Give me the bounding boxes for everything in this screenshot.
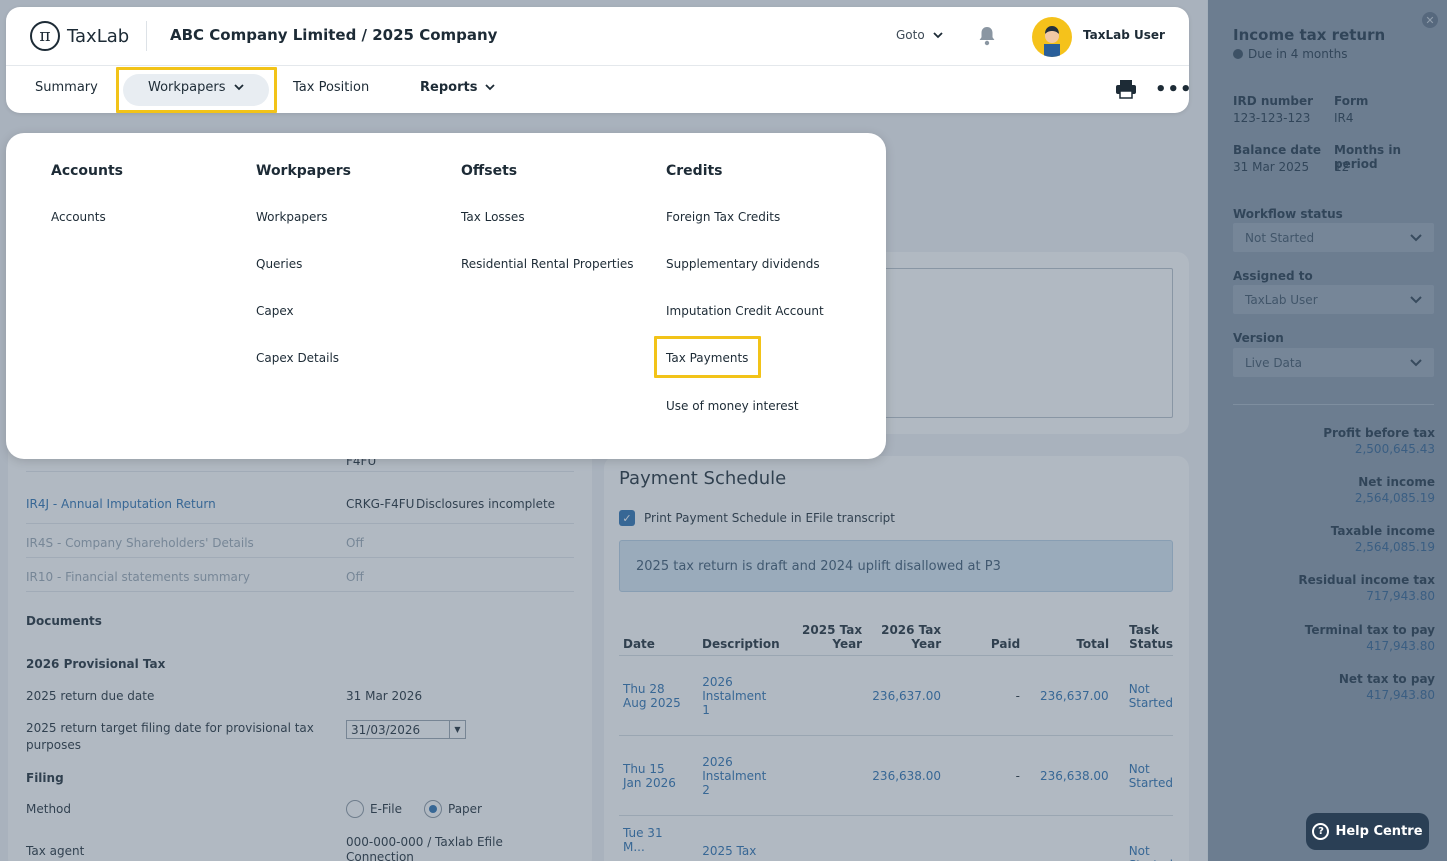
menu-column-accounts: Accounts Accounts bbox=[51, 163, 124, 224]
menu-item-residential-rental[interactable]: Residential Rental Properties bbox=[461, 257, 634, 271]
printer-icon[interactable] bbox=[1115, 79, 1137, 99]
user-avatar-icon bbox=[1044, 26, 1060, 57]
workpapers-tab-highlight bbox=[116, 67, 277, 113]
question-icon: ? bbox=[1312, 823, 1330, 840]
header-top-bar: π TaxLab ABC Company Limited / 2025 Comp… bbox=[6, 7, 1189, 66]
help-centre-button[interactable]: ? Help Centre bbox=[1306, 813, 1429, 850]
goto-dropdown[interactable]: Goto bbox=[896, 28, 943, 42]
chevron-down-icon bbox=[933, 31, 943, 38]
menu-item-imputation-credit-account[interactable]: Imputation Credit Account bbox=[666, 304, 824, 318]
company-title: ABC Company Limited / 2025 Company bbox=[170, 26, 498, 44]
menu-item-accounts[interactable]: Accounts bbox=[51, 210, 106, 224]
more-options-icon[interactable]: ••• bbox=[1155, 79, 1193, 100]
menu-item-tax-losses[interactable]: Tax Losses bbox=[461, 210, 525, 224]
menu-item-use-of-money-interest[interactable]: Use of money interest bbox=[666, 399, 799, 413]
tab-tax-position[interactable]: Tax Position bbox=[293, 80, 369, 95]
menu-item-capex-details[interactable]: Capex Details bbox=[256, 351, 339, 365]
menu-heading-offsets: Offsets bbox=[461, 163, 518, 179]
menu-item-foreign-tax-credits[interactable]: Foreign Tax Credits bbox=[666, 210, 780, 224]
tab-reports[interactable]: Reports bbox=[420, 80, 496, 95]
tab-summary[interactable]: Summary bbox=[35, 80, 98, 95]
avatar[interactable] bbox=[1032, 17, 1072, 57]
menu-item-capex[interactable]: Capex bbox=[256, 304, 294, 318]
chevron-down-icon bbox=[485, 84, 496, 91]
menu-column-workpapers: Workpapers Workpapers Queries Capex Cape… bbox=[256, 163, 351, 365]
menu-item-supplementary-dividends[interactable]: Supplementary dividends bbox=[666, 257, 820, 271]
logo-mark-icon: π bbox=[30, 21, 60, 51]
taxlab-logo[interactable]: π TaxLab bbox=[30, 21, 129, 51]
header-divider bbox=[146, 21, 147, 51]
menu-heading-accounts: Accounts bbox=[51, 163, 124, 179]
menu-item-workpapers[interactable]: Workpapers bbox=[256, 210, 328, 224]
menu-column-offsets: Offsets Tax Losses Residential Rental Pr… bbox=[461, 163, 634, 271]
tax-payments-highlight bbox=[654, 336, 761, 378]
bell-icon[interactable] bbox=[978, 26, 996, 46]
menu-heading-credits: Credits bbox=[666, 163, 723, 179]
workpapers-mega-menu: Accounts Accounts Workpapers Workpapers … bbox=[6, 133, 886, 459]
menu-column-credits: Credits Foreign Tax Credits Supplementar… bbox=[666, 163, 824, 413]
user-name[interactable]: TaxLab User bbox=[1083, 28, 1165, 42]
menu-item-queries[interactable]: Queries bbox=[256, 257, 302, 271]
menu-heading-workpapers: Workpapers bbox=[256, 163, 351, 179]
